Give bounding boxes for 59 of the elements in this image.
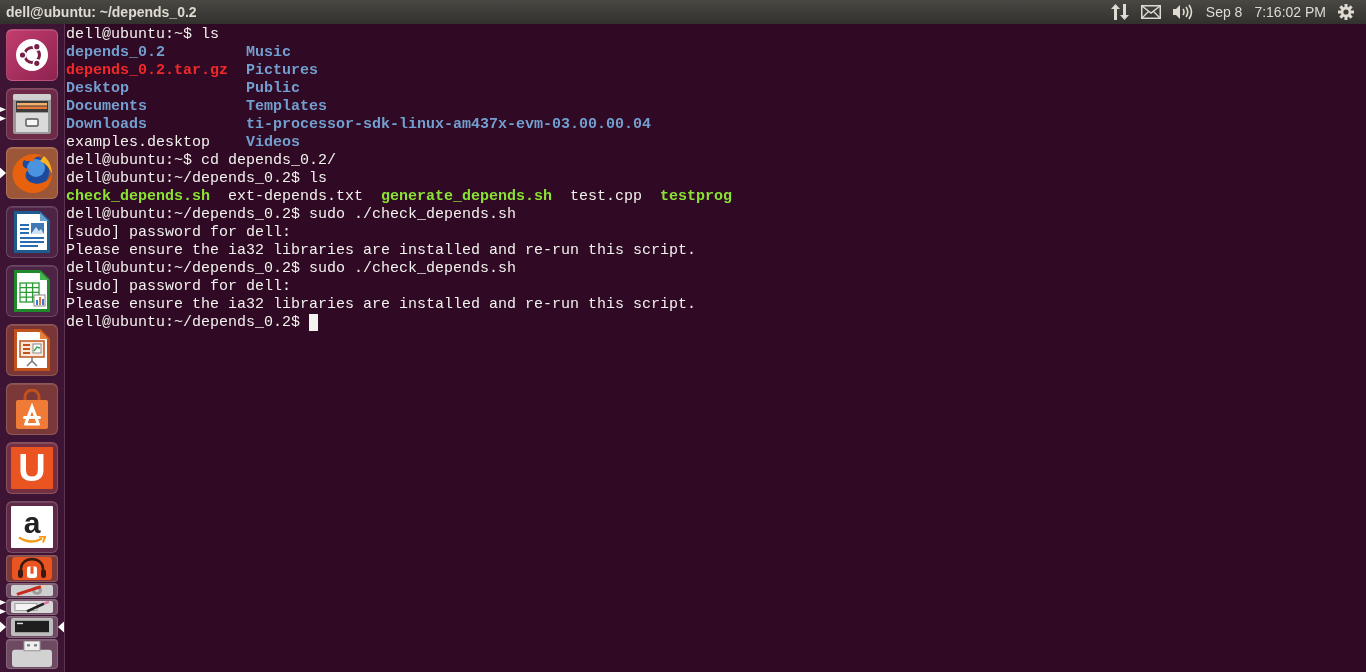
launcher-app-button[interactable] <box>6 88 58 140</box>
file-name: depends_0.2 <box>66 44 167 62</box>
panel-date[interactable]: Sep 8 <box>1205 3 1243 21</box>
file-name: test.cpp <box>570 188 643 206</box>
launcher-app-button[interactable]: a <box>6 501 58 553</box>
launcher-app-button[interactable] <box>6 265 58 317</box>
file-name: Templates <box>246 98 329 116</box>
network-arrows-icon[interactable] <box>1110 4 1129 20</box>
terminal-line: dell@ubuntu:~/depends_0.2$ ls <box>66 170 328 188</box>
gear-icon[interactable] <box>1338 4 1354 20</box>
spreadsheet-icon <box>14 270 50 312</box>
file-name: Documents <box>66 98 148 116</box>
file-name: ext-depends.txt <box>228 188 364 206</box>
file-name: testprog <box>660 188 733 206</box>
launcher-app-button[interactable] <box>6 555 58 582</box>
terminal-line: dell@ubuntu:~/depends_0.2$ sudo ./check_depends.sh <box>66 206 517 224</box>
panel-clock[interactable]: 7:16:02 PM <box>1254 3 1326 21</box>
globe-icon <box>11 152 53 194</box>
launcher-app-button[interactable] <box>6 616 58 638</box>
terminal-line: dell@ubuntu:~$ ls <box>66 26 220 44</box>
file-name: examples.desktop <box>66 134 212 152</box>
terminal-line: Please ensure the ia32 libraries are installed and re-run this script. <box>66 242 697 260</box>
file-name: Music <box>246 44 293 62</box>
smile-arrow-icon <box>18 536 46 544</box>
terminal-line: [sudo] password for dell: <box>66 278 292 296</box>
document-icon <box>14 211 50 253</box>
envelope-icon[interactable] <box>1140 5 1161 19</box>
file-name: generate_depends.sh <box>381 188 553 206</box>
launcher-app-button[interactable] <box>6 383 58 435</box>
headphones-icon <box>12 557 52 580</box>
presentation-icon <box>14 329 50 371</box>
launcher-app-button[interactable] <box>6 324 58 376</box>
file-name: check_depends.sh <box>66 188 211 206</box>
file-name: Downloads <box>66 116 148 134</box>
shopping-bag-icon <box>16 389 48 429</box>
circle-logo-icon <box>16 39 48 71</box>
launcher-app-button[interactable]: U <box>6 442 58 494</box>
file-cabinet-icon <box>13 94 51 134</box>
gear-pencil-icon <box>11 585 53 596</box>
launcher-app-button[interactable] <box>6 206 58 258</box>
usb-drive-icon <box>12 641 52 667</box>
launcher-app-button[interactable] <box>6 29 58 81</box>
file-name: depends_0.2.tar.gz <box>66 62 229 80</box>
launcher-app-button[interactable] <box>6 639 58 669</box>
speaker-volume-icon[interactable] <box>1172 4 1194 20</box>
monitor-icon <box>11 618 53 636</box>
file-name: ti-processor-sdk-linux-am437x-evm-03.00.00.04 <box>246 116 652 134</box>
terminal-line: dell@ubuntu:~/depends_0.2$ <box>66 314 301 332</box>
file-name: Public <box>246 80 302 98</box>
terminal-line: [sudo] password for dell: <box>66 224 292 242</box>
file-name: Desktop <box>66 80 130 98</box>
pencil-icon <box>11 601 53 613</box>
file-name: Videos <box>246 134 302 152</box>
launcher-app-button[interactable] <box>6 599 58 615</box>
terminal-line: dell@ubuntu:~$ cd depends_0.2/ <box>66 152 337 170</box>
file-name: Pictures <box>246 62 320 80</box>
terminal-line: dell@ubuntu:~/depends_0.2$ sudo ./check_depends.sh <box>66 260 517 278</box>
terminal-line: Please ensure the ia32 libraries are installed and re-run this script. <box>66 296 697 314</box>
window-title: dell@ubuntu: ~/depends_0.2 <box>6 3 197 21</box>
